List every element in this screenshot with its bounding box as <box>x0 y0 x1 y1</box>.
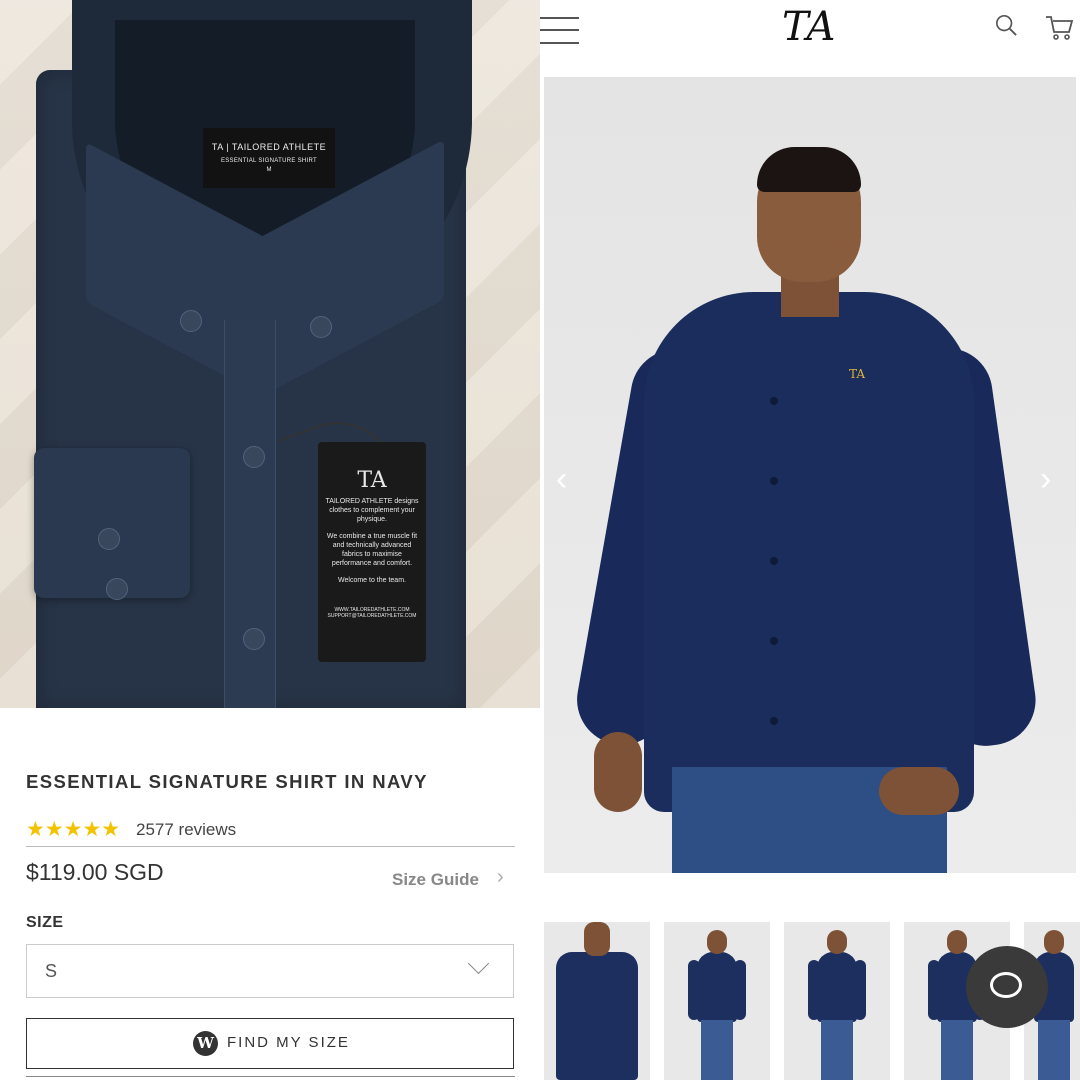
size-guide-link[interactable]: Size Guide <box>392 870 479 890</box>
rating-stars[interactable]: ★★★★★ <box>26 817 120 842</box>
shirt-button <box>770 397 778 405</box>
shirt-button <box>243 628 265 650</box>
brand-logo[interactable]: TA <box>782 4 835 50</box>
folded-shirt-photo: TA | TAILORED ATHLETE ESSENTIAL SIGNATUR… <box>0 0 540 708</box>
hang-tag-text: Welcome to the team. <box>338 577 406 584</box>
shirt-logo: TA <box>849 367 866 381</box>
thumbnail[interactable] <box>784 922 890 1080</box>
reviews-link[interactable]: 2577 reviews <box>136 820 236 840</box>
shirt-button <box>770 557 778 565</box>
shirt-button <box>770 717 778 725</box>
cuff-button <box>106 578 128 600</box>
shirt-cuff <box>34 448 190 598</box>
shirt-label: TA | TAILORED ATHLETE ESSENTIAL SIGNATUR… <box>203 128 335 188</box>
hang-tag-text: TAILORED ATHLETE designs clothes to comp… <box>325 498 419 523</box>
model-shirt <box>644 292 974 812</box>
product-price: $119.00 SGD <box>26 859 164 885</box>
shirt-button <box>770 477 778 485</box>
shirt-button <box>770 637 778 645</box>
hang-tag-logo: TA <box>357 468 387 493</box>
chevron-right-icon[interactable]: › <box>497 866 504 889</box>
size-select[interactable] <box>26 944 514 998</box>
cuff-button <box>98 528 120 550</box>
search-icon[interactable] <box>995 14 1017 36</box>
hang-tag-text: We combine a true muscle fit and technic… <box>326 533 418 567</box>
label-logo: TA <box>211 142 224 152</box>
model-hair <box>757 147 861 192</box>
hamburger-icon[interactable] <box>540 15 580 47</box>
product-title: ESSENTIAL SIGNATURE SHIRT IN NAVY <box>26 771 428 792</box>
main-product-image[interactable]: TA <box>544 77 1076 873</box>
divider <box>26 1076 515 1077</box>
label-product: ESSENTIAL SIGNATURE SHIRT <box>220 158 318 164</box>
label-brand: TAILORED ATHLETE <box>231 142 327 152</box>
chat-bubble-icon[interactable] <box>990 972 1022 998</box>
cart-icon[interactable] <box>1045 14 1075 42</box>
w-logo-icon: W <box>193 1031 218 1056</box>
gallery-prev-arrow[interactable]: ‹ <box>556 460 567 499</box>
shirt-button <box>243 446 265 468</box>
shirt-button <box>310 316 332 338</box>
size-label: SIZE <box>26 914 64 931</box>
find-my-size-label[interactable]: FIND MY SIZE <box>227 1034 350 1051</box>
thumbnail[interactable] <box>664 922 770 1080</box>
thumbnail[interactable] <box>544 922 650 1080</box>
hang-tag-email: SUPPORT@TAILOREDATHLETE.COM <box>327 613 417 619</box>
hang-tag: TA TAILORED ATHLETE designs clothes to c… <box>318 442 426 662</box>
shirt-button <box>180 310 202 332</box>
model-hand-right <box>879 767 959 815</box>
size-select-value[interactable]: S <box>45 961 57 982</box>
model-hand-left <box>594 732 642 812</box>
shirt-placket <box>224 320 276 708</box>
label-size: M <box>266 167 272 173</box>
divider <box>26 846 515 847</box>
gallery-next-arrow[interactable]: › <box>1040 460 1051 499</box>
